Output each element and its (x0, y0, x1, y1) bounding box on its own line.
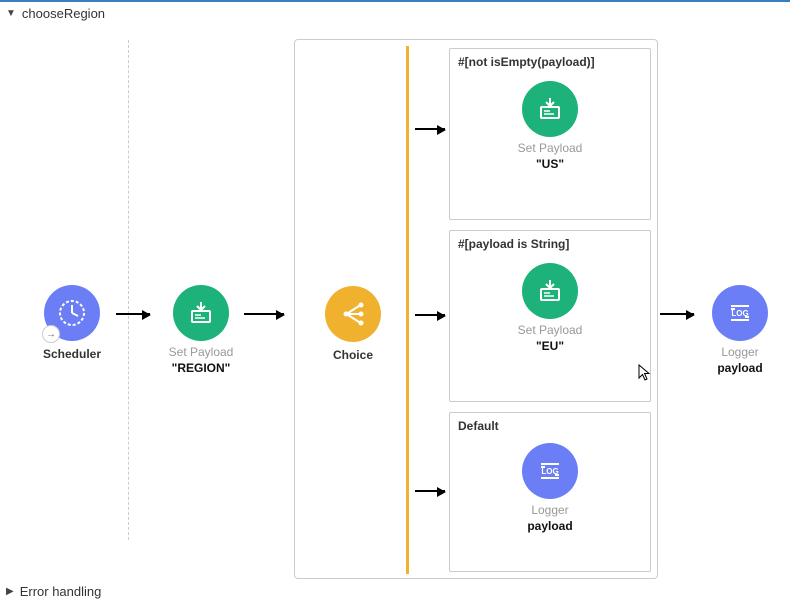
logger-icon: LOG (522, 443, 578, 499)
arrow-default (415, 490, 445, 492)
choice-icon (325, 286, 381, 342)
default-sublabel: Logger (450, 503, 650, 517)
arrow-branch2 (415, 314, 445, 316)
default-title: Default (450, 413, 650, 439)
flow-header[interactable]: ▼ chooseRegion (0, 2, 790, 25)
flow-divider (128, 40, 129, 540)
flow-name-label: chooseRegion (22, 6, 105, 21)
logger-final-node[interactable]: LOG Logger payload (702, 285, 778, 375)
set-payload-region-sublabel: Set Payload (158, 345, 244, 359)
branch2-title: #[payload is String] (450, 231, 650, 257)
choice-label: Choice (313, 348, 393, 362)
set-payload-icon (522, 263, 578, 319)
branch-box-default[interactable]: Default LOG Logger payload (449, 412, 651, 572)
set-payload-region-node[interactable]: Set Payload "REGION" (158, 285, 244, 375)
logger-final-sublabel: Logger (702, 345, 778, 359)
set-payload-icon (522, 81, 578, 137)
scheduler-badge-icon: → (42, 325, 60, 343)
flow-canvas: → Scheduler Set Payload "REGION" (0, 25, 790, 580)
cursor-icon (637, 363, 653, 381)
set-payload-region-value: "REGION" (158, 361, 244, 375)
branch-box-1[interactable]: #[not isEmpty(payload)] Set Payload "US" (449, 48, 651, 220)
branch2-sublabel: Set Payload (450, 323, 650, 337)
scheduler-node[interactable]: → Scheduler (32, 285, 112, 361)
branch1-set-payload-node[interactable]: Set Payload "US" (450, 81, 650, 171)
logger-final-value: payload (702, 361, 778, 375)
branch1-value: "US" (450, 157, 650, 171)
choice-node[interactable]: Choice (313, 286, 393, 362)
arrow-final (660, 313, 694, 315)
branch-box-2[interactable]: #[payload is String] Set Payload "EU" (449, 230, 651, 402)
branch1-sublabel: Set Payload (450, 141, 650, 155)
arrow-2 (244, 313, 284, 315)
default-logger-node[interactable]: LOG Logger payload (450, 443, 650, 533)
arrow-branch1 (415, 128, 445, 130)
expand-icon[interactable]: ▶ (6, 586, 14, 597)
branch1-title: #[not isEmpty(payload)] (450, 49, 650, 75)
default-value: payload (450, 519, 650, 533)
scheduler-icon: → (44, 285, 100, 341)
arrow-1 (116, 313, 150, 315)
logger-icon: LOG (712, 285, 768, 341)
branch2-set-payload-node[interactable]: Set Payload "EU" (450, 263, 650, 353)
collapse-icon[interactable]: ▼ (6, 8, 16, 19)
scheduler-label: Scheduler (32, 347, 112, 361)
set-payload-icon (173, 285, 229, 341)
choice-scope: Choice #[not isEmpty(payload)] Set Paylo (294, 39, 658, 579)
branch2-value: "EU" (450, 339, 650, 353)
error-handling-label: Error handling (20, 584, 102, 599)
choice-divider (406, 46, 409, 574)
